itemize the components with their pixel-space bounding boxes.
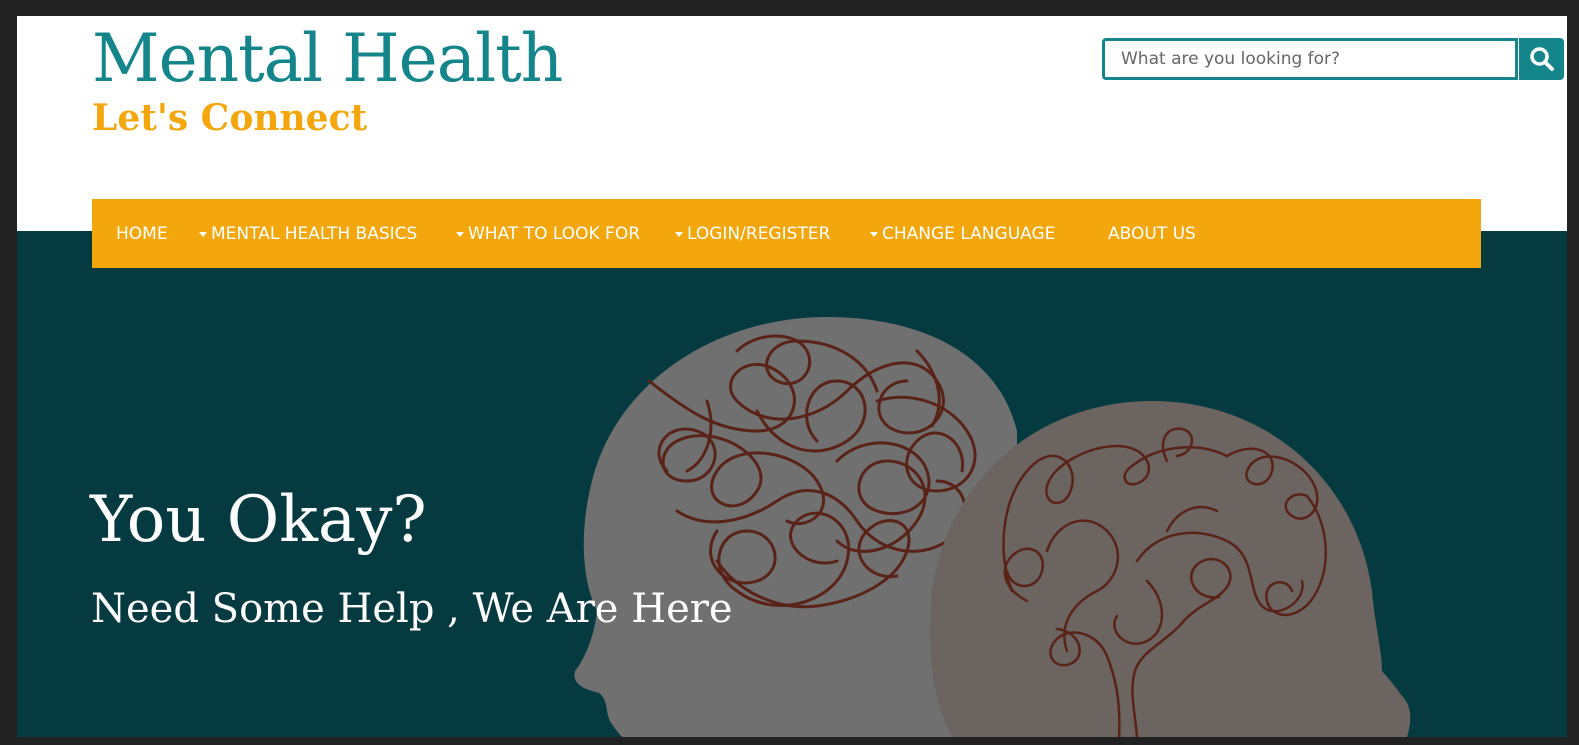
nav-home[interactable]: HOME bbox=[116, 199, 168, 268]
nav-login-register-label: LOGIN/REGISTER bbox=[687, 223, 831, 244]
nav-about-us-label: ABOUT US bbox=[1108, 223, 1196, 244]
site-tagline: Let's Connect bbox=[92, 97, 368, 139]
hero-subheading: Need Some Help , We Are Here bbox=[91, 586, 733, 632]
search-bar bbox=[1102, 38, 1564, 80]
nav-mental-health-basics-label: MENTAL HEALTH BASICS bbox=[211, 223, 418, 244]
search-icon bbox=[1529, 47, 1554, 71]
nav-mental-health-basics[interactable]: MENTAL HEALTH BASICS bbox=[199, 199, 417, 268]
caret-down-icon bbox=[870, 232, 878, 237]
caret-down-icon bbox=[199, 232, 207, 237]
caret-down-icon bbox=[456, 232, 464, 237]
nav-change-language-label: CHANGE LANGUAGE bbox=[882, 223, 1056, 244]
nav-about-us[interactable]: ABOUT US bbox=[1108, 199, 1196, 268]
nav-home-label: HOME bbox=[116, 223, 168, 244]
hero-banner: You Okay? Need Some Help , We Are Here bbox=[17, 231, 1567, 737]
caret-down-icon bbox=[675, 232, 683, 237]
site-title[interactable]: Mental Health bbox=[92, 26, 563, 92]
main-navigation: HOME MENTAL HEALTH BASICS WHAT TO LOOK F… bbox=[92, 199, 1481, 268]
search-button[interactable] bbox=[1519, 38, 1564, 80]
nav-what-to-look-for-label: WHAT TO LOOK FOR bbox=[468, 223, 641, 244]
nav-change-language[interactable]: CHANGE LANGUAGE bbox=[870, 199, 1055, 268]
nav-login-register[interactable]: LOGIN/REGISTER bbox=[675, 199, 830, 268]
search-input[interactable] bbox=[1102, 38, 1518, 80]
nav-what-to-look-for[interactable]: WHAT TO LOOK FOR bbox=[456, 199, 640, 268]
page-frame: Mental Health Let's Connect What are you… bbox=[17, 16, 1567, 737]
hero-heading: You Okay? bbox=[90, 483, 427, 557]
